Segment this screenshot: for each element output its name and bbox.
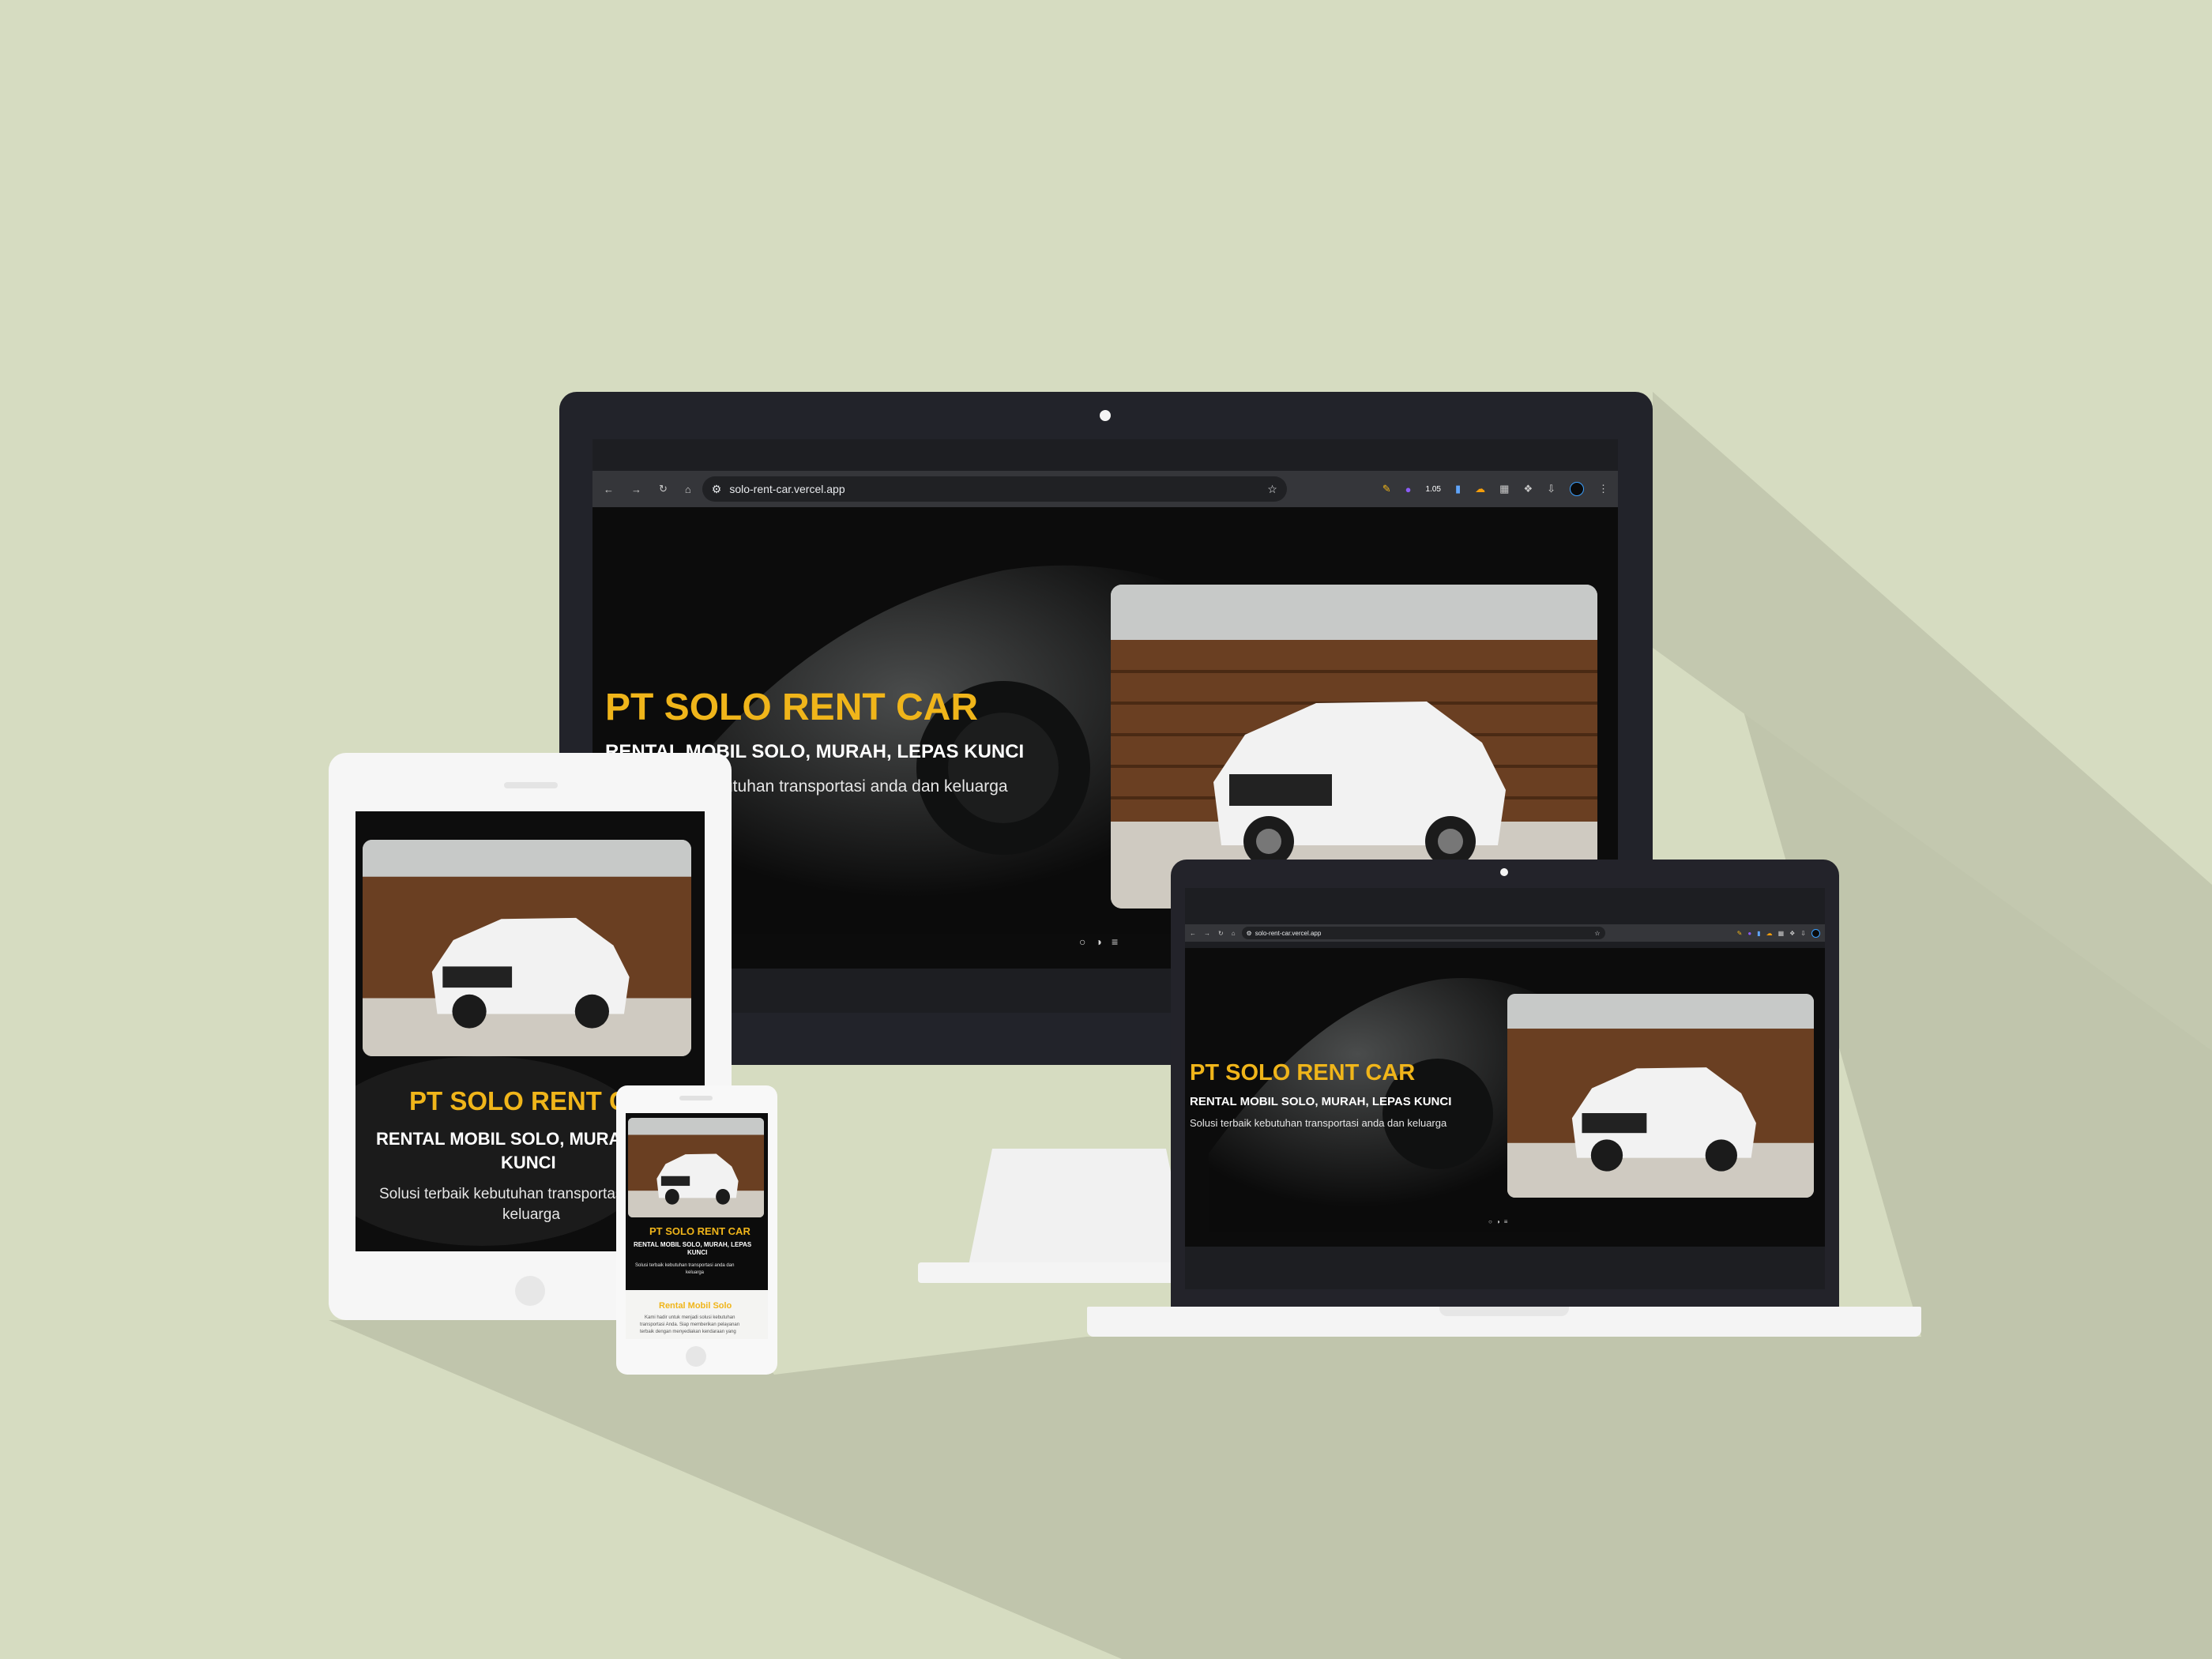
home-icon[interactable]: ⌂ xyxy=(1232,930,1236,937)
bookmark-star-icon[interactable]: ☆ xyxy=(1594,930,1600,937)
tablet-home-button[interactable] xyxy=(515,1276,545,1306)
hero-tagline-line2: keluarga xyxy=(686,1270,705,1275)
pencil-extension-icon[interactable]: ✎ xyxy=(1737,930,1743,937)
section-text-line2: transportasi Anda. Siap memberikan pelay… xyxy=(640,1322,740,1327)
laptop-camera xyxy=(1500,868,1508,876)
grid-extension-icon[interactable]: ▦ xyxy=(1778,930,1785,937)
forward-icon[interactable]: → xyxy=(631,483,641,495)
url-text: solo-rent-car.vercel.app xyxy=(1255,929,1322,937)
hero-jeep-photo xyxy=(363,840,691,1056)
extensions-puzzle-icon[interactable]: ❖ xyxy=(1523,483,1533,495)
chat-icon[interactable]: ○ xyxy=(1079,935,1085,948)
hero-subtitle: RENTAL MOBIL SOLO, MURAH, LEPAS KUNCI xyxy=(1190,1095,1452,1108)
hero-jeep-photo xyxy=(1507,994,1814,1198)
reload-icon[interactable]: ↻ xyxy=(1218,930,1224,937)
hero-subtitle-line1: RENTAL MOBIL SOLO, MURAH xyxy=(376,1129,634,1149)
hero-subtitle-line2: KUNCI xyxy=(501,1153,556,1172)
phone-screen: PT SOLO RENT CAR RENTAL MOBIL SOLO, MURA… xyxy=(626,1113,768,1339)
hero-section: PT SOLO RENT CAR RENTAL MOBIL SOLO, MURA… xyxy=(626,1113,768,1290)
monitor-stand xyxy=(969,1149,1190,1266)
menu-kebab-icon[interactable]: ⋮ xyxy=(1598,483,1608,495)
hero-brand-title: PT SOLO RENT CAR xyxy=(1190,1060,1416,1085)
floating-controls: ○ ◑ ≡ xyxy=(1488,1218,1507,1225)
hero-tagline-line1: Solusi terbaik kebutuhan transportasi an… xyxy=(635,1263,735,1268)
phone-speaker xyxy=(679,1096,713,1100)
hero-section: PT SOLO RENT CAR RENTAL MOBIL SOLO, MURA… xyxy=(1185,948,1825,1247)
back-icon[interactable]: ← xyxy=(1190,930,1196,937)
download-icon[interactable]: ⇩ xyxy=(1800,930,1806,937)
forward-icon[interactable]: → xyxy=(1204,930,1210,937)
browser-toolbar: ← → ↻ ⌂ ⚙ solo-rent-car.vercel.app ☆ ✎ ●… xyxy=(592,471,1618,507)
phone-home-button[interactable] xyxy=(686,1346,706,1367)
site-settings-icon[interactable]: ⚙ xyxy=(1247,930,1252,937)
theme-toggle-icon[interactable]: ◑ xyxy=(1496,1218,1500,1225)
section-text-line3: terbaik dengan menyediakan kendaraan yan… xyxy=(640,1330,736,1334)
back-icon[interactable]: ← xyxy=(604,483,614,495)
bookmark-star-icon[interactable]: ☆ xyxy=(1267,483,1277,496)
hero-brand-title: PT SOLO RENT CAR xyxy=(649,1225,750,1237)
laptop-notch xyxy=(1439,1307,1569,1316)
list-icon[interactable]: ≡ xyxy=(1112,935,1118,948)
purple-extension-icon[interactable]: ● xyxy=(1747,930,1751,937)
home-icon[interactable]: ⌂ xyxy=(685,483,691,495)
cloud-extension-icon[interactable]: ☁ xyxy=(1475,483,1485,495)
profile-avatar-icon[interactable] xyxy=(1570,482,1584,496)
hero-brand-title: PT SOLO RENT CAR xyxy=(605,687,979,728)
hero-tagline-line1: Solusi terbaik kebutuhan transportasi xyxy=(379,1186,626,1202)
address-bar[interactable]: ⚙ solo-rent-car.vercel.app ☆ xyxy=(1241,927,1605,939)
hero-brand-title: PT SOLO RENT CA xyxy=(409,1086,647,1115)
download-icon[interactable]: ⇩ xyxy=(1547,483,1556,495)
hero-tagline-line2: keluarga xyxy=(502,1206,560,1223)
chat-icon[interactable]: ○ xyxy=(1488,1218,1492,1225)
hero-tagline: Solusi terbaik kebutuhan transportasi an… xyxy=(1190,1117,1447,1129)
theme-toggle-icon[interactable]: ◑ xyxy=(1095,935,1101,948)
document-extension-icon[interactable]: ▮ xyxy=(1455,483,1461,495)
site-settings-icon[interactable]: ⚙ xyxy=(712,483,722,496)
extension-badge: 1.05 xyxy=(1425,484,1441,494)
browser-toolbar: ← → ↻ ⌂ ⚙ solo-rent-car.vercel.app ☆ ✎ ●… xyxy=(1185,924,1825,942)
pencil-extension-icon[interactable]: ✎ xyxy=(1382,483,1391,495)
cloud-extension-icon[interactable]: ☁ xyxy=(1766,930,1773,937)
section-title: Rental Mobil Solo xyxy=(659,1301,732,1311)
monitor-camera xyxy=(1100,410,1111,421)
hero-subtitle-line1: RENTAL MOBIL SOLO, MURAH, LEPAS xyxy=(634,1241,752,1248)
laptop-screen: ← → ↻ ⌂ ⚙ solo-rent-car.vercel.app ☆ ✎ ●… xyxy=(1185,888,1825,1289)
hero-subtitle-line2: KUNCI xyxy=(687,1249,708,1256)
grid-extension-icon[interactable]: ▦ xyxy=(1499,483,1509,495)
profile-avatar-icon[interactable] xyxy=(1811,928,1820,938)
section-text-line1: Kami hadir untuk menjadi solusi kebutuha… xyxy=(645,1315,735,1320)
floating-controls: ○ ◑ ≡ xyxy=(1079,935,1118,948)
tablet-speaker xyxy=(504,782,558,788)
document-extension-icon[interactable]: ▮ xyxy=(1757,930,1760,937)
list-icon[interactable]: ≡ xyxy=(1504,1218,1508,1225)
extensions-puzzle-icon[interactable]: ❖ xyxy=(1789,930,1795,937)
hero-jeep-photo xyxy=(628,1118,764,1217)
url-text: solo-rent-car.vercel.app xyxy=(729,483,845,495)
hero-tagline: utuhan transportasi anda dan keluarga xyxy=(724,777,1008,796)
reload-icon[interactable]: ↻ xyxy=(659,483,668,495)
address-bar[interactable]: ⚙ solo-rent-car.vercel.app ☆ xyxy=(702,476,1287,502)
purple-extension-icon[interactable]: ● xyxy=(1405,483,1412,495)
